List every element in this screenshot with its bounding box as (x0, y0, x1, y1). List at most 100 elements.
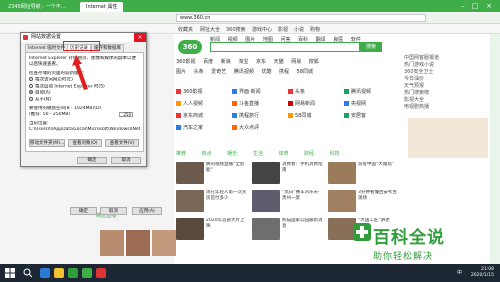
grid-link[interactable]: 汽车之家 (176, 124, 203, 131)
news-tab[interactable]: 财经 (304, 151, 314, 157)
panel-line[interactable]: 影视大全 (400, 96, 500, 103)
panel-line[interactable]: 中国网客服报道 (400, 54, 500, 61)
panel-line[interactable]: 天气预报 (400, 82, 500, 89)
site-link[interactable]: 360影视 (176, 59, 196, 65)
nav-link[interactable]: 问答 (280, 37, 290, 43)
panel-line[interactable]: 电视剧热播 (400, 103, 500, 110)
bookmark-item[interactable]: 购物 (310, 26, 320, 33)
search-icon[interactable] (22, 268, 34, 278)
nav-link[interactable]: 地图 (263, 37, 273, 43)
news-thumbnail[interactable] (176, 218, 204, 240)
wechat-icon[interactable] (68, 268, 78, 278)
site-link[interactable]: 新浪 (221, 59, 231, 65)
news-tab[interactable]: 生活 (253, 151, 263, 157)
news-thumbnail[interactable] (252, 190, 280, 212)
site-link[interactable]: 京东 (256, 59, 266, 65)
ok-button-bg[interactable]: 确定 (70, 207, 97, 215)
nav-link[interactable]: 视频 (228, 37, 238, 43)
news-caption[interactable]: 消费者：手机消费指南 (282, 162, 324, 182)
view-files-button[interactable]: 查看文件(V) (105, 139, 139, 147)
site-link[interactable]: 携程 (279, 69, 289, 75)
live-thumbnail[interactable] (100, 230, 124, 256)
news-tab[interactable]: 体育 (278, 151, 288, 157)
news-caption[interactable]: 游客中国“大雁塔” (358, 162, 400, 182)
site-link[interactable]: 爱奇艺 (211, 69, 226, 75)
file-explorer-icon[interactable] (54, 268, 64, 278)
radio-button[interactable] (29, 77, 33, 81)
panel-line[interactable]: 360安全卫士 (400, 68, 500, 75)
radio-option[interactable]: 从不(N) (29, 96, 140, 104)
news-thumbnail[interactable] (328, 162, 356, 184)
ok-button[interactable]: 确定 (77, 157, 107, 164)
news-tab[interactable]: 科技 (330, 151, 340, 157)
nav-link[interactable]: 翻译 (316, 37, 326, 43)
site-link[interactable]: 百度 (203, 59, 213, 65)
site-link[interactable]: 优酷 (261, 69, 271, 75)
radio-button-selected[interactable] (29, 90, 33, 94)
nav-link[interactable]: 百科 (298, 37, 308, 43)
news-caption[interactable]: “黑白”赛车刘乐天·贵州一景 (282, 190, 324, 210)
internet-options-icon[interactable] (96, 268, 106, 278)
grid-link[interactable]: 携程旅行 (232, 112, 259, 119)
news-thumbnail[interactable] (176, 190, 204, 212)
grid-link[interactable]: 腾讯视频 (344, 88, 371, 95)
bookmark-item[interactable]: 游戏中心 (252, 26, 272, 33)
close-icon[interactable]: × (134, 33, 146, 42)
nav-link[interactable]: 图片 (245, 37, 255, 43)
grid-link[interactable]: 网易新闻 (288, 100, 315, 107)
news-thumbnail[interactable] (328, 190, 356, 212)
disk-space-spinner[interactable]: 250 (119, 112, 133, 117)
news-tab[interactable]: 推荐 (176, 151, 186, 157)
bookmark-item[interactable]: 网址大全 (200, 26, 220, 33)
windows-start-icon[interactable] (5, 268, 15, 278)
task-view-icon[interactable] (40, 268, 50, 278)
panel-line[interactable]: 今日油价 (400, 75, 500, 82)
panel-line[interactable]: 热门搜索榜 (400, 89, 500, 96)
browser-tab[interactable]: 2345网址导航 - 一个不… (2, 2, 72, 12)
news-caption[interactable]: 现在年轻人第一次买房首付多少 (206, 190, 248, 210)
news-thumbnail[interactable] (252, 162, 280, 184)
grid-link[interactable]: 人人视频 (176, 100, 203, 107)
bookmark-item[interactable]: 影视 (278, 26, 288, 33)
grid-link[interactable]: 京东商城 (176, 112, 203, 119)
grid-link[interactable]: 央视网 (344, 100, 366, 107)
site-link[interactable]: 淘宝 (238, 59, 248, 65)
grid-link[interactable]: 斗鱼直播 (232, 100, 259, 107)
input-language-indicator[interactable]: 中 (457, 269, 462, 276)
news-tab[interactable]: 热点 (202, 151, 212, 157)
promo-image[interactable] (408, 118, 488, 158)
cancel-button[interactable]: 取消 (111, 157, 141, 164)
news-thumbnail[interactable] (252, 218, 280, 240)
grid-link[interactable]: 大众点评 (232, 124, 259, 131)
grid-link[interactable]: 360影视 (176, 88, 203, 95)
site-link[interactable]: 图片 (176, 69, 186, 75)
news-caption[interactable]: 熊猫国家公园最新消息 (282, 218, 324, 238)
cancel-button-bg[interactable]: 取消 (100, 207, 127, 215)
nav-link[interactable]: 新闻 (210, 37, 220, 43)
radio-button[interactable] (29, 83, 33, 88)
news-tab[interactable]: 娱乐 (227, 151, 237, 157)
browser-360-icon[interactable] (82, 268, 92, 278)
browser-tab-active[interactable]: Internet 属性 (80, 2, 124, 12)
grid-link[interactable]: 头条 (288, 88, 305, 95)
site-link[interactable]: 头条 (194, 69, 204, 75)
site-link[interactable]: 搜狐 (309, 59, 319, 65)
news-thumbnail[interactable] (176, 162, 204, 184)
site-link[interactable]: 天猫 (274, 59, 284, 65)
panel-line[interactable]: 热门游戏小说 (400, 61, 500, 68)
live-thumbnail[interactable] (126, 230, 150, 256)
grid-link[interactable]: 安居客 (344, 112, 366, 119)
system-clock[interactable]: 21:08 2020/1/15 (471, 267, 494, 279)
maximize-icon[interactable]: □ (470, 1, 480, 11)
bookmark-item[interactable]: 收藏夹 (178, 26, 193, 33)
site-link[interactable]: 腾讯视频 (234, 69, 254, 75)
site-link[interactable]: 58同城 (297, 69, 313, 75)
grid-link[interactable]: 58同城 (288, 112, 311, 119)
bookmark-item[interactable]: 小说 (294, 26, 304, 33)
apply-button-bg[interactable]: 应用(A) (132, 207, 162, 215)
bookmark-item[interactable]: 360搜索 (226, 26, 246, 33)
news-caption[interactable]: 2020年首部大片上映 (206, 218, 248, 238)
nav-link[interactable]: 良医 (333, 37, 343, 43)
address-input[interactable]: www.360.cn (176, 14, 426, 22)
radio-button[interactable] (29, 96, 33, 101)
